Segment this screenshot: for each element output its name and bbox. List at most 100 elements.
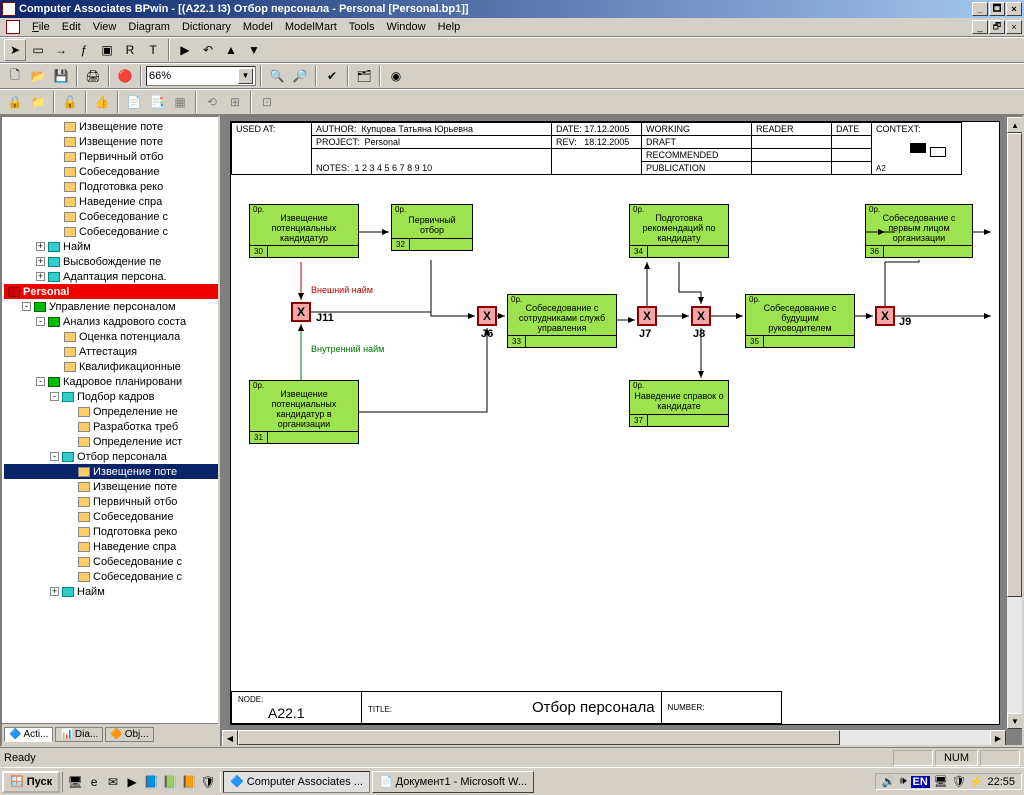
up-button[interactable]: ▲	[220, 39, 242, 61]
tree-item[interactable]: Собеседование	[4, 509, 218, 524]
ql-app2-icon[interactable]: 📗	[161, 772, 179, 792]
activity-35[interactable]: 0р. Собеседование с будущим руководителе…	[745, 294, 855, 348]
ql-app3-icon[interactable]: 📙	[180, 772, 198, 792]
menu-modelmart[interactable]: ModelMart	[285, 21, 337, 33]
vertical-scrollbar[interactable]: ▲ ▼	[1006, 117, 1022, 729]
tab-activities[interactable]: 🔷 Acti...	[4, 727, 53, 742]
tree-item[interactable]: Извещение поте	[4, 134, 218, 149]
tree-item[interactable]: +Найм	[4, 584, 218, 599]
activity-34[interactable]: 0р. Подготовка рекомендаций по кандидату…	[629, 204, 729, 258]
ql-app4-icon[interactable]: 🛡	[199, 772, 217, 792]
tree-item[interactable]: Собеседование с	[4, 569, 218, 584]
new-button[interactable]: 🗋	[4, 65, 26, 87]
activity-31[interactable]: 0р. Извещение потенциальных кандидатур в…	[249, 380, 359, 444]
ql-media-icon[interactable]: ▶	[123, 772, 141, 792]
pointer-tool-button[interactable]: ➤	[4, 39, 26, 61]
color-button[interactable]: 🔴	[114, 65, 136, 87]
activity-36[interactable]: 0р. Собеседование с первым лицом организ…	[865, 204, 973, 258]
junction-j9[interactable]: X	[875, 306, 895, 326]
menu-view[interactable]: View	[93, 21, 117, 33]
tree-item[interactable]: Оценка потенциала	[4, 329, 218, 344]
open-button[interactable]: 📂	[27, 65, 49, 87]
tree-item[interactable]: Извещение поте	[4, 464, 218, 479]
mdi-restore-button[interactable]: 🗗	[989, 20, 1005, 34]
junction-j11[interactable]: X	[291, 302, 311, 322]
menu-dictionary[interactable]: Dictionary	[182, 21, 231, 33]
mdi-minimize-button[interactable]: _	[972, 20, 988, 34]
tree-item[interactable]: +Найм	[4, 239, 218, 254]
tree-item[interactable]: -Подбор кадров	[4, 389, 218, 404]
save-button[interactable]: 💾	[50, 65, 72, 87]
tree-item[interactable]: +Адаптация персона.	[4, 269, 218, 284]
play-button[interactable]: ▶	[174, 39, 196, 61]
tray-icon-5[interactable]: ⚡	[970, 775, 984, 788]
undo-button[interactable]: ↶	[197, 39, 219, 61]
tray-icon-1[interactable]: 🔊	[882, 775, 896, 788]
activity-tool-button[interactable]: ▭	[27, 39, 49, 61]
tree-item[interactable]: Определение ист	[4, 434, 218, 449]
scroll-down-button[interactable]: ▼	[1007, 713, 1023, 729]
tree-view[interactable]: Извещение потеИзвещение потеПервичный от…	[2, 117, 218, 723]
ql-ie-icon[interactable]: e	[85, 772, 103, 792]
tray-lang[interactable]: EN	[911, 776, 930, 788]
menu-diagram[interactable]: Diagram	[128, 21, 170, 33]
referent-tool-button[interactable]: ▣	[96, 39, 118, 61]
activity-33[interactable]: 0р. Собеседование с сотрудниками служб у…	[507, 294, 617, 348]
menu-window[interactable]: Window	[386, 21, 425, 33]
tree-item[interactable]: -Кадровое планировани	[4, 374, 218, 389]
report-button[interactable]: ◉	[385, 65, 407, 87]
scroll-left-button[interactable]: ◀	[222, 730, 238, 746]
text-tool-button[interactable]: T	[142, 39, 164, 61]
activity-30[interactable]: 0р. Извещение потенциальных кандидатур 3…	[249, 204, 359, 258]
zoom-dropdown-icon[interactable]: ▼	[238, 68, 253, 84]
tree-item[interactable]: -Анализ кадрового соста	[4, 314, 218, 329]
tree-item[interactable]: Наведение спра	[4, 194, 218, 209]
squiggle-tool-button[interactable]: ƒ	[73, 39, 95, 61]
junction-j8[interactable]: X	[691, 306, 711, 326]
menu-edit[interactable]: Edit	[62, 21, 81, 33]
tab-diagrams[interactable]: 📊 Dia...	[55, 727, 103, 742]
taskbar-word[interactable]: 📄 Документ1 - Microsoft W...	[372, 771, 534, 793]
tree-item[interactable]: Собеседование	[4, 164, 218, 179]
tray-icon-2[interactable]: 🕪	[900, 775, 907, 788]
external-ref-button[interactable]: R	[119, 39, 141, 61]
taskbar-bpwin[interactable]: 🔷 Computer Associates ...	[223, 771, 370, 793]
tree-item[interactable]: Подготовка реко	[4, 524, 218, 539]
zoom-in-button[interactable]: 🔍	[266, 65, 288, 87]
arrow-tool-button[interactable]: →	[50, 39, 72, 61]
menu-help[interactable]: Help	[438, 21, 461, 33]
close-button[interactable]: ×	[1006, 2, 1022, 16]
tree-item[interactable]: Аттестация	[4, 344, 218, 359]
menu-tools[interactable]: Tools	[349, 21, 375, 33]
junction-j6[interactable]: X	[477, 306, 497, 326]
activity-32[interactable]: 0р. Первичный отбор 32	[391, 204, 473, 251]
start-button[interactable]: 🪟 Пуск	[2, 771, 60, 793]
tree-item[interactable]: Наведение спра	[4, 539, 218, 554]
ql-outlook-icon[interactable]: ✉	[104, 772, 122, 792]
tray-clock[interactable]: 22:55	[987, 776, 1015, 788]
tree-item[interactable]: Определение не	[4, 404, 218, 419]
tree-item[interactable]: Разработка треб	[4, 419, 218, 434]
tree-item[interactable]: Квалификационные	[4, 359, 218, 374]
horizontal-scrollbar[interactable]: ◀ ▶	[222, 729, 1006, 745]
print-button[interactable]: 🖨	[82, 65, 104, 87]
zoom-combo[interactable]: 66% ▼	[146, 66, 256, 86]
tree-item[interactable]: +Высвобождение пе	[4, 254, 218, 269]
menu-file[interactable]: FFileile	[32, 21, 50, 33]
minimize-button[interactable]: _	[972, 2, 988, 16]
tree-item[interactable]: Собеседование с	[4, 224, 218, 239]
tree-item[interactable]: Personal	[4, 284, 218, 299]
diagram-canvas[interactable]: USED AT: AUTHOR: Купцова Татьяна Юрьевна…	[220, 115, 1024, 747]
spellcheck-button[interactable]: ✔	[321, 65, 343, 87]
tree-item[interactable]: Первичный отбо	[4, 149, 218, 164]
scroll-up-button[interactable]: ▲	[1007, 117, 1023, 133]
scroll-right-button[interactable]: ▶	[990, 730, 1006, 746]
maximize-button[interactable]: 🗖	[989, 2, 1005, 16]
tree-item[interactable]: -Управление персоналом	[4, 299, 218, 314]
junction-j7[interactable]: X	[637, 306, 657, 326]
down-button[interactable]: ▼	[243, 39, 265, 61]
zoom-out-button[interactable]: 🔎	[289, 65, 311, 87]
tab-objects[interactable]: 🔶 Obj...	[105, 727, 153, 742]
model-explorer-button[interactable]: 🗂	[353, 65, 375, 87]
tray-icon-4[interactable]: 🛡	[952, 775, 966, 788]
